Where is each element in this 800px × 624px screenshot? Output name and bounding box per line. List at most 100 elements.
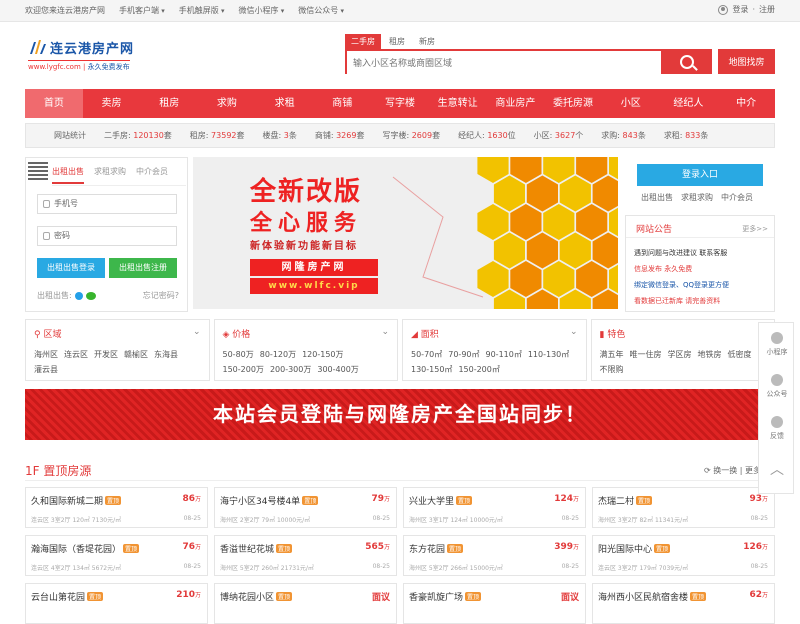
- filter-option[interactable]: 50-80万: [223, 350, 254, 359]
- wechat-icon[interactable]: [85, 291, 96, 300]
- refresh-link[interactable]: ⟳ 换一换 | 更多: [704, 465, 761, 476]
- nav-rent[interactable]: 租房: [140, 89, 198, 118]
- promo-banner[interactable]: 本站会员登陆与网隆房产全国站同步！: [25, 389, 775, 440]
- qq-icon[interactable]: [74, 291, 83, 300]
- password-field[interactable]: 密码: [37, 226, 177, 246]
- rp-link-agent[interactable]: 中介会员: [721, 192, 753, 203]
- listing-card[interactable]: 兴业大学里 置顶 124万 海州区 3室1厅 124㎡ 10000元/㎡ 08-25: [403, 487, 586, 528]
- filter-option[interactable]: 灌云县: [34, 365, 58, 374]
- tab-secondhand[interactable]: 二手房: [345, 34, 381, 49]
- listing-name: 阳光国际中心 置顶: [598, 544, 671, 555]
- nav-rent-request[interactable]: 求租: [256, 89, 314, 118]
- tool-wechat-account[interactable]: 公众号: [759, 369, 795, 409]
- notice-item[interactable]: 信息发布 永久免费: [634, 261, 729, 277]
- filter-title[interactable]: ⚲ 区域: [34, 327, 61, 340]
- chevron-down-icon[interactable]: ⌄: [193, 327, 201, 337]
- touch-version-link[interactable]: 手机触屏版: [179, 5, 225, 16]
- nav-buy-request[interactable]: 求购: [198, 89, 256, 118]
- listing-card[interactable]: 久和国际新城二期 置顶 86万 连云区 3室2厅 120㎡ 7130元/㎡ 08-25: [25, 487, 208, 528]
- pinned-badge: 置顶: [302, 496, 319, 505]
- filter-option[interactable]: 东海县: [154, 350, 178, 359]
- listing-card[interactable]: 海宁小区34号楼4单 置顶 79万 海州区 2室2厅 79㎡ 10000元/㎡ 08-2…: [214, 487, 397, 528]
- mini-program-link[interactable]: 微信小程序: [239, 5, 285, 16]
- back-to-top-button[interactable]: ︿: [759, 455, 795, 495]
- map-search-button[interactable]: 地图找房: [718, 49, 775, 74]
- filter-option[interactable]: 开发区: [94, 350, 118, 359]
- filter-option[interactable]: 80-120万: [260, 350, 296, 359]
- listing-card[interactable]: 云台山第花园 置顶 210万: [25, 583, 208, 624]
- nav-commercial[interactable]: 商业房产: [487, 89, 545, 118]
- tool-mini-program[interactable]: 小程序: [759, 327, 795, 367]
- forgot-password-link[interactable]: 忘记密码?: [143, 290, 179, 301]
- filter-option[interactable]: 70-90㎡: [448, 350, 479, 359]
- filter-option[interactable]: 110-130㎡: [528, 350, 569, 359]
- listing-card[interactable]: 海州西小区民航宿舍楼 置顶 62万: [592, 583, 775, 624]
- filter-option[interactable]: 200-300万: [270, 365, 311, 374]
- filter-option[interactable]: 不限购: [600, 365, 624, 374]
- filter-option[interactable]: 低密度: [728, 350, 752, 359]
- landlord-register-button[interactable]: 出租出售注册: [109, 258, 177, 278]
- listing-card[interactable]: 香溢世纪花城 置顶 565万 海州区 5室2厅 260㎡ 21731元/㎡ 08-25: [214, 535, 397, 576]
- listing-card[interactable]: 博纳花园小区 置顶 面议: [214, 583, 397, 624]
- search-icon: [680, 54, 694, 69]
- nav-agents[interactable]: 经纪人: [660, 89, 718, 118]
- phone-field[interactable]: 手机号: [37, 194, 177, 214]
- notice-more-link[interactable]: 更多>>: [742, 224, 768, 234]
- nav-home[interactable]: 首页: [25, 89, 83, 118]
- filter-title[interactable]: ◢ 面积: [411, 327, 439, 340]
- nav-sell[interactable]: 卖房: [83, 89, 141, 118]
- tool-feedback[interactable]: 反馈: [759, 411, 795, 451]
- listing-card[interactable]: 香豪凯旋广场 置顶 面议: [403, 583, 586, 624]
- filter-option[interactable]: 唯一住房: [630, 350, 662, 359]
- filter-option[interactable]: 连云区: [64, 350, 88, 359]
- filter-title[interactable]: ◈ 价格: [223, 327, 251, 340]
- login-link[interactable]: 登录: [732, 4, 748, 15]
- filter-option[interactable]: 150-200㎡: [458, 365, 499, 374]
- tab-seeker[interactable]: 求租求购: [94, 166, 126, 184]
- nav-offices[interactable]: 写字楼: [371, 89, 429, 118]
- login-entry-button[interactable]: 登录入口: [637, 164, 763, 186]
- notice-item[interactable]: 看数据已迁新库 请完善资料: [634, 293, 729, 309]
- filter-option[interactable]: 50-70㎡: [411, 350, 442, 359]
- mobile-client-link[interactable]: 手机客户端: [119, 5, 165, 16]
- register-link[interactable]: 注册: [759, 4, 775, 15]
- tab-new[interactable]: 新房: [413, 34, 441, 49]
- search-input[interactable]: [347, 53, 661, 75]
- notice-item[interactable]: 遇到问题与改进建议 联系客服: [634, 245, 729, 261]
- filter-option[interactable]: 120-150万: [302, 350, 343, 359]
- nav-community[interactable]: 小区: [602, 89, 660, 118]
- tab-agent[interactable]: 中介会员: [136, 166, 168, 184]
- filter-option[interactable]: 90-110㎡: [486, 350, 522, 359]
- listing-card[interactable]: 瀚海国际（香堤花园） 置顶 76万 连云区 4室2厅 134㎡ 5672元/㎡ 08-2…: [25, 535, 208, 576]
- listing-card[interactable]: 东方花园 置顶 399万 海州区 5室2厅 266㎡ 15000元/㎡ 08-25: [403, 535, 586, 576]
- rp-link-landlord[interactable]: 出租出售: [641, 192, 673, 203]
- stat-item: 写字楼: 2609套: [382, 131, 441, 140]
- search-button[interactable]: [662, 49, 712, 74]
- listing-card[interactable]: 杰瑞二村 置顶 93万 海州区 3室2厅 82㎡ 11341元/㎡ 08-25: [592, 487, 775, 528]
- nav-entrusted[interactable]: 委托房源: [544, 89, 602, 118]
- hero-banner[interactable]: 全新改版 全心服务 新体验新功能新目标 网隆房产网 www.wlfc.vip: [193, 157, 618, 309]
- chevron-down-icon[interactable]: ⌄: [570, 327, 578, 337]
- site-logo[interactable]: 连云港房产网 www.lygfc.com | 永久免费发布: [28, 36, 138, 76]
- filter-option[interactable]: 学区房: [668, 350, 692, 359]
- filter-option[interactable]: 满五年: [600, 350, 624, 359]
- tab-landlord[interactable]: 出租出售: [52, 166, 84, 184]
- filter-title[interactable]: ▮ 特色: [600, 327, 626, 340]
- notice-item[interactable]: 绑定微信登录、QQ登录更方便: [634, 277, 729, 293]
- filter-option[interactable]: 150-200万: [223, 365, 264, 374]
- filter-option[interactable]: 海州区: [34, 350, 58, 359]
- filter-option[interactable]: 赣榆区: [124, 350, 148, 359]
- listing-card[interactable]: 阳光国际中心 置顶 126万 连云区 3室2厅 179㎡ 7039元/㎡ 08-25: [592, 535, 775, 576]
- filter-option[interactable]: 130-150㎡: [411, 365, 452, 374]
- landlord-login-button[interactable]: 出租出售登录: [37, 258, 105, 278]
- wechat-account-link[interactable]: 微信公众号: [298, 5, 344, 16]
- nav-shops[interactable]: 商铺: [313, 89, 371, 118]
- filter-option[interactable]: 地铁房: [698, 350, 722, 359]
- qr-code-icon[interactable]: [28, 160, 48, 180]
- nav-agencies[interactable]: 中介: [717, 89, 775, 118]
- chevron-down-icon[interactable]: ⌄: [381, 327, 389, 337]
- filter-option[interactable]: 300-400万: [317, 365, 358, 374]
- tab-rent[interactable]: 租房: [383, 34, 411, 49]
- rp-link-seeker[interactable]: 求租求购: [681, 192, 713, 203]
- nav-business-transfer[interactable]: 生意转让: [429, 89, 487, 118]
